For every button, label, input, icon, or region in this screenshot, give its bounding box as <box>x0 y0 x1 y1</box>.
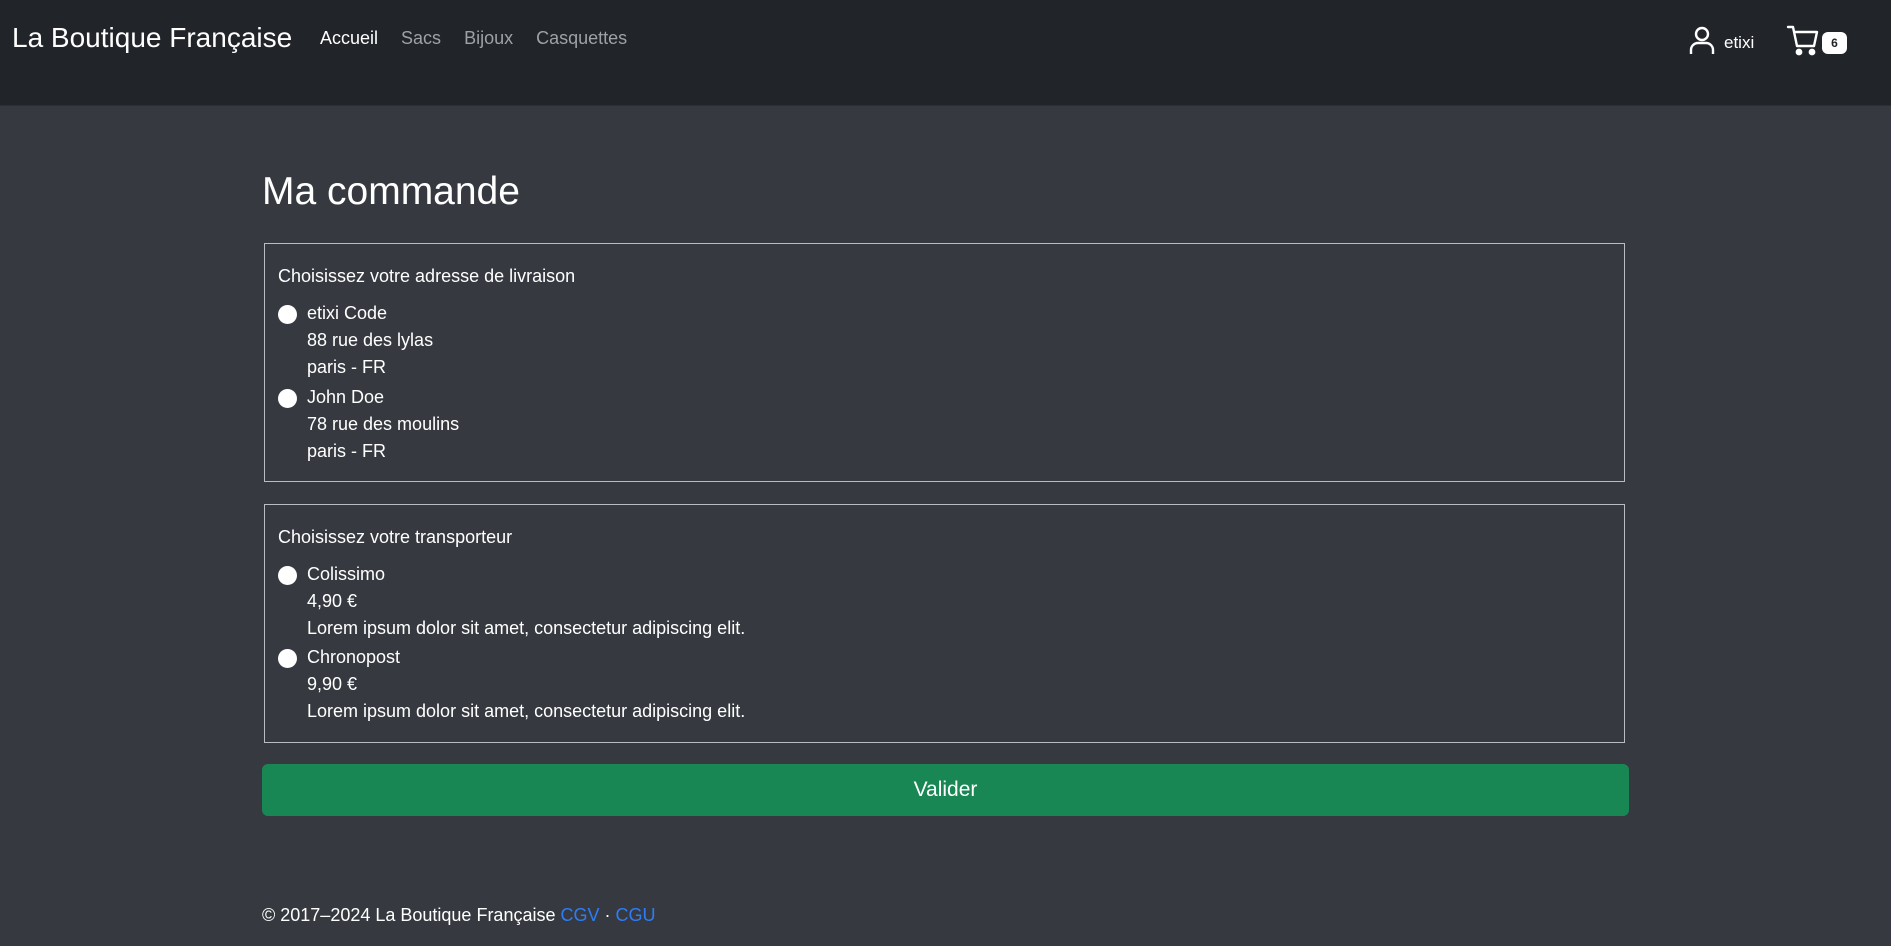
carrier-text-2: Chronopost 9,90 € Lorem ipsum dolor sit … <box>307 644 745 725</box>
address-radio-1[interactable] <box>278 305 297 324</box>
carrier-section: Choisissez votre transporteur Colissimo … <box>264 504 1625 743</box>
address-section-label: Choisissez votre adresse de livraison <box>278 266 576 286</box>
address-street: 78 rue des moulins <box>307 414 460 434</box>
cgv-link[interactable]: CGV <box>561 905 600 925</box>
nav-link-bijoux[interactable]: Bijoux <box>464 28 513 49</box>
cgu-link[interactable]: CGU <box>616 905 656 925</box>
carrier-price: 9,90 € <box>307 674 358 694</box>
nav-link-casquettes[interactable]: Casquettes <box>536 28 627 49</box>
address-option-1[interactable]: etixi Code 88 rue des lylas paris - FR <box>278 300 433 381</box>
carrier-description: Lorem ipsum dolor sit amet, consectetur … <box>307 701 746 721</box>
carrier-radio-2[interactable] <box>278 649 297 668</box>
carrier-description: Lorem ipsum dolor sit amet, consectetur … <box>307 618 746 638</box>
address-radio-2[interactable] <box>278 389 297 408</box>
address-text-2: John Doe 78 rue des moulins paris - FR <box>307 384 459 465</box>
carrier-name: Chronopost <box>307 647 401 667</box>
address-street: 88 rue des lylas <box>307 330 434 350</box>
navbar: La Boutique Française Accueil Sacs Bijou… <box>0 0 1891 106</box>
page-title: Ma commande <box>262 170 520 213</box>
nav-links: Accueil Sacs Bijoux Casquettes <box>320 28 650 49</box>
address-city: paris - FR <box>307 357 387 377</box>
carrier-price: 4,90 € <box>307 591 358 611</box>
address-section: Choisissez votre adresse de livraison et… <box>264 243 1625 482</box>
carrier-option-colissimo[interactable]: Colissimo 4,90 € Lorem ipsum dolor sit a… <box>278 561 745 642</box>
validate-button[interactable]: Valider <box>262 764 1629 816</box>
footer-copyright: © 2017–2024 La Boutique Française <box>262 905 556 925</box>
account-button[interactable]: etixi <box>1688 25 1754 60</box>
nav-link-accueil[interactable]: Accueil <box>320 28 378 49</box>
footer: © 2017–2024 La Boutique Française CGV · … <box>262 905 656 926</box>
address-city: paris - FR <box>307 441 387 461</box>
cart-icon <box>1786 23 1820 62</box>
carrier-text-1: Colissimo 4,90 € Lorem ipsum dolor sit a… <box>307 561 745 642</box>
user-icon <box>1688 25 1716 60</box>
address-text-1: etixi Code 88 rue des lylas paris - FR <box>307 300 433 381</box>
cart-button[interactable]: 6 <box>1786 23 1847 62</box>
carrier-section-label: Choisissez votre transporteur <box>278 527 513 547</box>
carrier-radio-1[interactable] <box>278 566 297 585</box>
brand-logo[interactable]: La Boutique Française <box>12 22 292 54</box>
carrier-option-chronopost[interactable]: Chronopost 9,90 € Lorem ipsum dolor sit … <box>278 644 745 725</box>
carrier-name: Colissimo <box>307 564 386 584</box>
cart-count-badge: 6 <box>1822 31 1847 54</box>
footer-separator: · <box>604 905 611 925</box>
address-name: John Doe <box>307 387 385 407</box>
address-name: etixi Code <box>307 303 388 323</box>
nav-link-sacs[interactable]: Sacs <box>401 28 441 49</box>
account-name: etixi <box>1724 32 1755 52</box>
address-option-2[interactable]: John Doe 78 rue des moulins paris - FR <box>278 384 459 465</box>
